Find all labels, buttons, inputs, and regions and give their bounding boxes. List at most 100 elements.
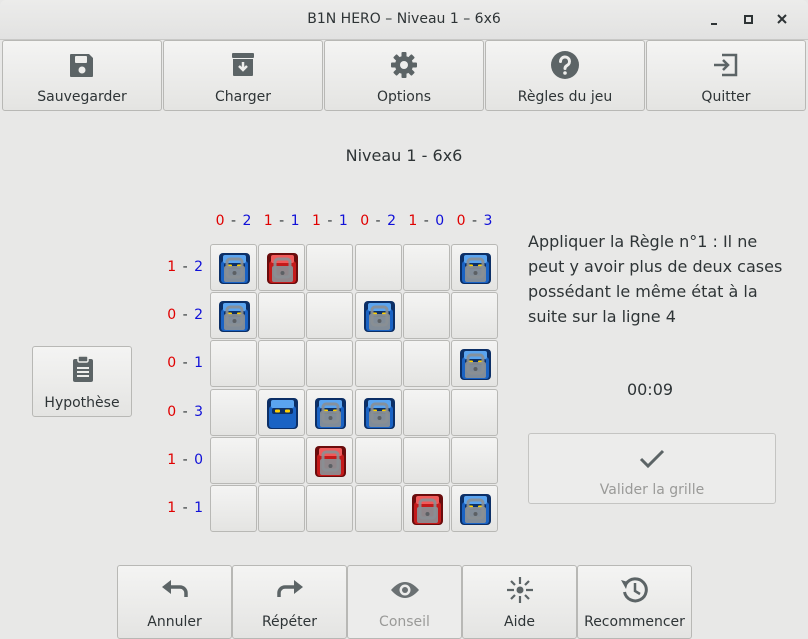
col-red-count: 0 — [456, 213, 467, 229]
row-count-3: 0 - 1 — [167, 355, 204, 372]
validate-label: Valider la grille — [599, 482, 705, 498]
eye-icon — [391, 582, 419, 598]
options-button[interactable]: Options — [324, 40, 484, 111]
quit-label: Quitter — [701, 89, 751, 105]
redo-button[interactable]: Répéter — [232, 565, 347, 639]
hypothesis-button[interactable]: Hypothèse — [32, 346, 132, 417]
column-count-3: 1 - 1 — [311, 213, 349, 229]
red-locked-piece-icon — [314, 445, 347, 478]
grid-cell-r4c2[interactable] — [258, 388, 306, 436]
validate-grid-button[interactable]: Valider la grille — [528, 433, 776, 504]
col-blue-count: 0 — [435, 213, 446, 229]
advice-button[interactable]: Conseil — [347, 565, 462, 639]
col-red-count: 0 — [215, 213, 226, 229]
row-red-count: 1 — [167, 259, 178, 275]
hypothesis-label: Hypothèse — [44, 395, 120, 411]
window-title: B1N HERO – Niveau 1 – 6x6 — [307, 11, 501, 27]
blue-locked-piece-icon — [459, 252, 492, 285]
row-count-5: 1 - 0 — [167, 451, 204, 468]
grid-cell-r3c4[interactable] — [354, 340, 402, 388]
red-locked-piece-icon — [411, 493, 444, 526]
redo-label: Répéter — [261, 614, 318, 630]
quit-button[interactable]: Quitter — [646, 40, 806, 111]
row-count-2: 0 - 2 — [167, 307, 204, 324]
grid-cell-r5c6[interactable] — [451, 436, 498, 484]
grid-cell-r1c6 — [451, 244, 498, 291]
col-blue-count: 2 — [387, 213, 397, 229]
save-label: Sauvegarder — [37, 89, 127, 105]
row-blue-count: 1 — [194, 355, 204, 372]
help-button[interactable]: Aide — [462, 565, 577, 639]
minimize-icon[interactable] — [704, 8, 728, 32]
undo-label: Annuler — [147, 614, 202, 630]
title-bar: B1N HERO – Niveau 1 – 6x6 — [0, 0, 808, 40]
grid-cell-r4c5[interactable] — [402, 388, 450, 436]
grid-cell-r2c6[interactable] — [451, 292, 498, 340]
grid-cell-r3c6 — [451, 340, 498, 388]
archive-download-icon — [232, 53, 254, 76]
grid-cell-r6c1[interactable] — [210, 485, 257, 532]
col-blue-count: 3 — [483, 213, 494, 229]
grid-cell-r1c4[interactable] — [354, 244, 402, 291]
col-red-count: 1 — [408, 213, 419, 229]
col-blue-count: 1 — [338, 213, 349, 229]
grid-cell-r4c1[interactable] — [210, 388, 257, 436]
row-blue-count: 1 — [194, 500, 204, 516]
grid-cell-r3c2[interactable] — [258, 340, 306, 388]
redo-icon — [277, 580, 303, 597]
grid-cell-r5c4[interactable] — [354, 436, 402, 484]
grid-cell-r6c3[interactable] — [306, 485, 354, 532]
grid-cell-r5c5[interactable] — [402, 436, 450, 484]
row-blue-count: 3 — [194, 403, 204, 420]
close-icon[interactable] — [771, 8, 795, 32]
rules-button[interactable]: Règles du jeu — [485, 40, 645, 111]
grid-cell-r4c6[interactable] — [451, 388, 498, 436]
column-count-4: 0 - 2 — [360, 213, 397, 229]
row-red-count: 0 — [167, 355, 178, 372]
column-count-2: 1 - 1 — [263, 213, 301, 229]
column-count-1: 0 - 2 — [215, 213, 253, 229]
grid-cell-r2c2[interactable] — [258, 292, 306, 340]
red-locked-piece-icon — [266, 252, 299, 285]
grid-cell-r3c5[interactable] — [402, 340, 450, 388]
undo-icon — [162, 580, 188, 597]
maximize-icon[interactable] — [737, 8, 761, 32]
restart-button[interactable]: Recommencer — [577, 565, 692, 639]
grid-cell-r5c1[interactable] — [210, 436, 257, 484]
row-red-count: 1 — [167, 451, 178, 468]
col-red-count: 1 — [311, 213, 322, 229]
save-button[interactable]: Sauvegarder — [2, 40, 162, 111]
row-count-6: 1 - 1 — [167, 500, 204, 516]
row-red-count: 1 — [167, 500, 178, 516]
undo-button[interactable]: Annuler — [117, 565, 232, 639]
grid-cell-r4c4 — [354, 388, 402, 436]
col-red-count: 0 — [360, 213, 371, 229]
history-icon — [621, 577, 648, 603]
grid-cell-r5c2[interactable] — [258, 436, 306, 484]
grid-cell-r1c2 — [258, 244, 306, 291]
sparkle-icon — [507, 577, 533, 603]
exit-icon — [714, 53, 738, 77]
grid-cell-r6c4[interactable] — [354, 485, 402, 532]
row-blue-count: 0 — [194, 451, 204, 468]
row-count-4: 0 - 3 — [167, 403, 204, 420]
col-blue-count: 2 — [242, 213, 253, 229]
restart-label: Recommencer — [584, 614, 685, 630]
load-button[interactable]: Charger — [163, 40, 323, 111]
grid-cell-r1c5[interactable] — [402, 244, 450, 291]
blue-locked-piece-icon — [459, 493, 492, 526]
timer: 00:09 — [626, 380, 674, 399]
grid-cell-r2c5[interactable] — [402, 292, 450, 340]
options-label: Options — [376, 89, 432, 105]
column-count-6: 0 - 3 — [456, 213, 494, 229]
row-blue-count: 2 — [194, 259, 204, 275]
row-blue-count: 2 — [194, 307, 204, 324]
col-blue-count: 1 — [290, 213, 301, 229]
grid-cell-r1c3[interactable] — [306, 244, 354, 291]
grid-cell-r4c3 — [306, 388, 354, 436]
grid-cell-r2c3[interactable] — [306, 292, 354, 340]
grid-cell-r6c2[interactable] — [258, 485, 306, 532]
grid-cell-r2c4 — [354, 292, 402, 340]
grid-cell-r3c1[interactable] — [210, 340, 257, 388]
grid-cell-r3c3[interactable] — [306, 340, 354, 388]
